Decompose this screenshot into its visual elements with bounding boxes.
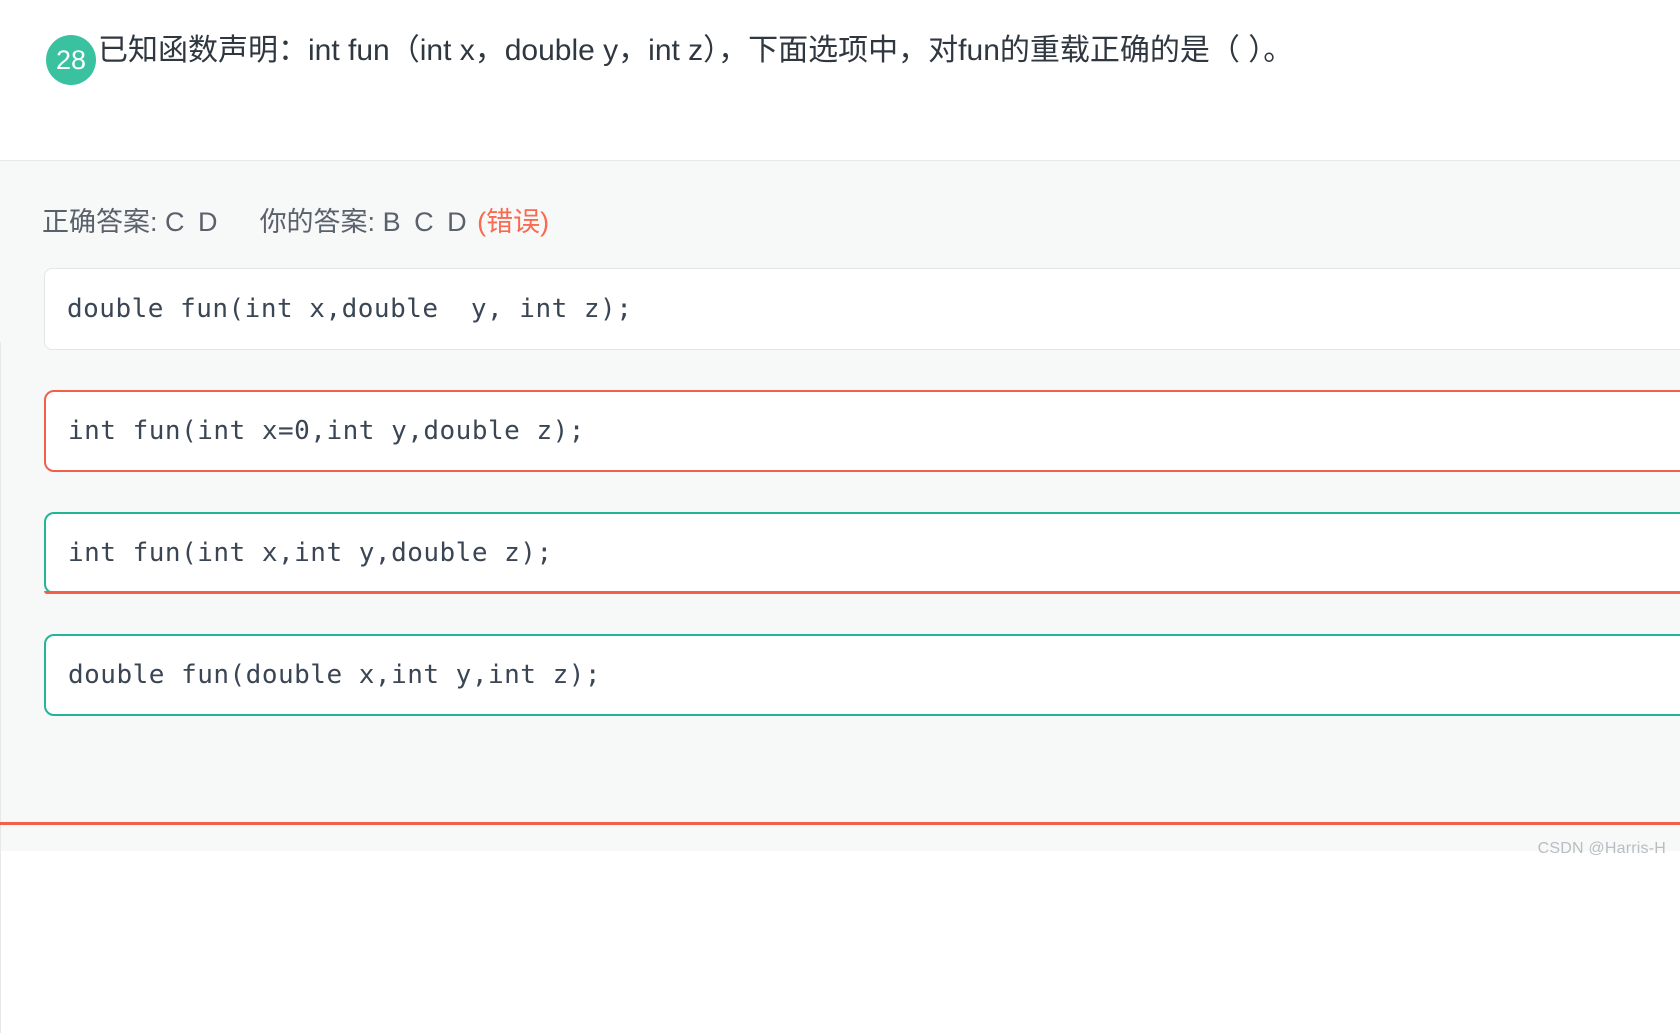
option-row-c[interactable]: int fun(int x,int y,double z); (44, 512, 1680, 595)
answer-summary: 正确答案: C D 你的答案: B C D (错误) (0, 161, 1680, 240)
your-answer-value: B C D (382, 207, 470, 237)
question-line: 28 已知函数声明：int fun（int x，double y，int z），… (0, 26, 1680, 85)
option-code-d: double fun(double x,int y,int z); (68, 660, 602, 691)
question-block: 28 已知函数声明：int fun（int x，double y，int z），… (0, 0, 1680, 160)
answer-panel: 正确答案: C D 你的答案: B C D (错误) double fun(in… (0, 161, 1680, 1033)
bottom-rule (0, 822, 1680, 825)
correct-answer-value: C D (165, 207, 221, 237)
watermark: CSDN @Harris-H (1537, 840, 1666, 857)
result-badge: (错误) (477, 207, 550, 237)
option-code-c: int fun(int x,int y,double z); (68, 538, 553, 569)
question-number-badge: 28 (46, 35, 96, 85)
option-code-b: int fun(int x=0,int y,double z); (68, 416, 585, 447)
panel-left-edge (0, 342, 1, 1033)
option-code-a: double fun(int x,double y, int z); (67, 294, 633, 325)
option-row-a[interactable]: double fun(int x,double y, int z); (44, 268, 1680, 351)
option-row-d[interactable]: double fun(double x,int y,int z); (44, 634, 1680, 717)
your-answer-label: 你的答案: (259, 207, 376, 237)
option-row-b[interactable]: int fun(int x=0,int y,double z); (44, 390, 1680, 473)
correct-answer-label: 正确答案: (42, 207, 158, 237)
question-text: 已知函数声明：int fun（int x，double y，int z），下面选… (98, 34, 1294, 67)
option-list: double fun(int x,double y, int z); int f… (0, 268, 1680, 717)
